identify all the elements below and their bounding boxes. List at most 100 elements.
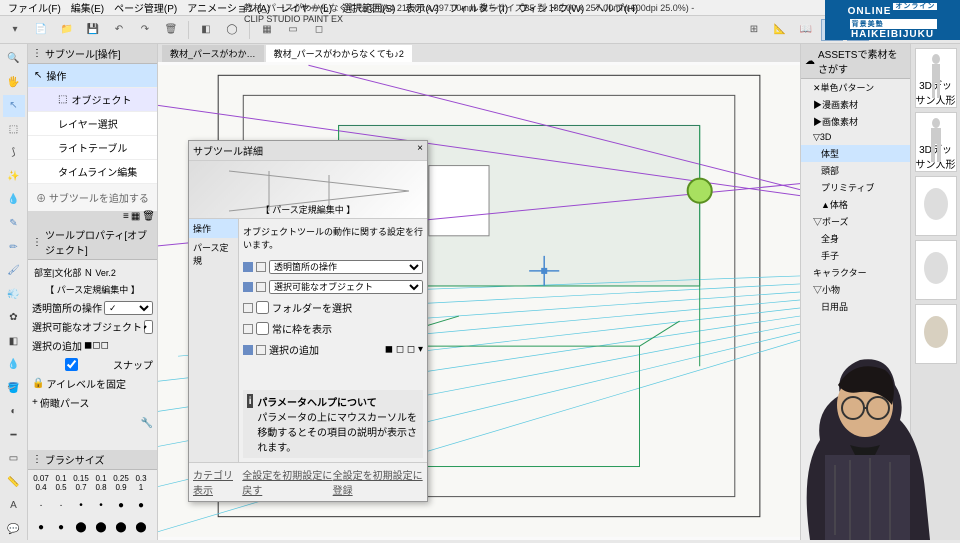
brush-dot[interactable]: ⬤ bbox=[112, 518, 130, 536]
frame-tool-icon[interactable]: ▭ bbox=[3, 448, 25, 470]
lock-icon[interactable]: 🔒 bbox=[32, 378, 44, 389]
decoration-tool-icon[interactable]: ✿ bbox=[3, 307, 25, 329]
tree-item-body[interactable]: 体型 bbox=[801, 145, 910, 162]
ruler-icon[interactable]: 📐 bbox=[769, 19, 791, 41]
material-thumb[interactable] bbox=[915, 176, 957, 236]
canvas-tab-active[interactable]: 教材_パースがわからなくても♪2 bbox=[266, 45, 412, 62]
airbrush-tool-icon[interactable]: 💨 bbox=[3, 283, 25, 305]
material-search[interactable]: ☁ ASSETSで素材をさがす bbox=[801, 44, 910, 79]
box-icon[interactable] bbox=[256, 282, 266, 292]
object-tool-icon[interactable]: ↖ bbox=[3, 95, 25, 117]
brush-dot[interactable]: ● bbox=[112, 496, 130, 514]
tool-dropdown[interactable]: ▾ bbox=[4, 19, 26, 41]
dialog-titlebar[interactable]: サブツール詳細 × bbox=[189, 141, 427, 161]
tree-item[interactable]: キャラクター bbox=[801, 264, 910, 281]
dlg-checkbox[interactable] bbox=[256, 301, 269, 314]
box-icon[interactable] bbox=[243, 324, 253, 334]
close-icon[interactable]: × bbox=[417, 143, 423, 158]
tree-item[interactable]: ▽ポーズ bbox=[801, 213, 910, 230]
undo-icon[interactable]: ↶ bbox=[108, 19, 130, 41]
brush-size-val[interactable]: 1 bbox=[132, 483, 150, 492]
menu-edit[interactable]: 編集(E) bbox=[67, 0, 108, 16]
grip-icon[interactable]: ⋮ bbox=[32, 237, 42, 248]
ruler-tool-icon[interactable]: 📏 bbox=[3, 472, 25, 494]
pen-tool-icon[interactable]: ✎ bbox=[3, 213, 25, 235]
menu-icon[interactable]: ≡ bbox=[123, 211, 129, 225]
subtool-light-table[interactable]: ライトテーブル bbox=[28, 136, 157, 160]
menu-file[interactable]: ファイル(F) bbox=[4, 0, 65, 16]
subtool-object[interactable]: ⬚オブジェクト bbox=[28, 88, 157, 112]
wand-tool-icon[interactable]: ✨ bbox=[3, 166, 25, 188]
tree-item[interactable]: 頭部 bbox=[801, 162, 910, 179]
dlg-checkbox[interactable] bbox=[256, 322, 269, 335]
brush-size-val[interactable]: 0.15 bbox=[72, 474, 90, 483]
gradient-tool-icon[interactable]: ◐ bbox=[3, 401, 25, 423]
prop-select[interactable]: ✓ bbox=[104, 301, 153, 315]
toggle-icon[interactable] bbox=[243, 345, 253, 355]
toggle-icon[interactable] bbox=[243, 282, 253, 292]
brush-size-val[interactable]: 0.1 bbox=[52, 474, 70, 483]
grid-icon[interactable]: ⊞ bbox=[743, 19, 765, 41]
balloon-tool-icon[interactable]: 💬 bbox=[3, 519, 25, 541]
plus-icon[interactable]: + bbox=[32, 397, 38, 408]
brush-dot[interactable]: ● bbox=[52, 518, 70, 536]
material-thumb[interactable]: 3Dデッサン人形 bbox=[915, 48, 957, 108]
mode-icons[interactable]: ◼ ◻ ◻ ▾ bbox=[385, 344, 423, 355]
brush-size-val[interactable]: 0.07 bbox=[32, 474, 50, 483]
open-icon[interactable]: 📁 bbox=[56, 19, 78, 41]
prop-select[interactable]: ✓ bbox=[144, 320, 153, 334]
brush-size-val[interactable]: 0.4 bbox=[32, 483, 50, 492]
material-thumb[interactable]: 3Dデッサン人形 bbox=[915, 112, 957, 172]
brush-size-val[interactable]: 0.3 bbox=[132, 474, 150, 483]
tree-item[interactable]: 日用品 bbox=[801, 298, 910, 315]
subtool-timeline[interactable]: タイムライン編集 bbox=[28, 160, 157, 184]
material-thumb[interactable] bbox=[915, 240, 957, 300]
brush-dot[interactable]: ⬤ bbox=[72, 518, 90, 536]
tree-item[interactable]: ▽3D bbox=[801, 130, 910, 145]
tree-item[interactable]: ✕単色パターン bbox=[801, 79, 910, 96]
tree-item[interactable]: ▶画像素材 bbox=[801, 113, 910, 130]
brush-dot[interactable]: • bbox=[72, 496, 90, 514]
category-link[interactable]: カテゴリ表示 bbox=[193, 467, 242, 497]
brush-tool-icon[interactable]: 🖌 bbox=[3, 260, 25, 282]
tree-item[interactable]: プリミティブ bbox=[801, 179, 910, 196]
redo-icon[interactable]: ↷ bbox=[134, 19, 156, 41]
text-tool-icon[interactable]: A bbox=[3, 495, 25, 517]
clear-icon[interactable]: 🗑 bbox=[160, 19, 182, 41]
pencil-tool-icon[interactable]: ✏ bbox=[3, 236, 25, 258]
eraser-tool-icon[interactable]: ◧ bbox=[3, 330, 25, 352]
brush-size-val[interactable]: 0.9 bbox=[112, 483, 130, 492]
trash-icon[interactable]: 🗑 bbox=[142, 211, 155, 225]
snap-checkbox[interactable] bbox=[32, 358, 111, 371]
book-icon[interactable]: 📖 bbox=[795, 19, 817, 41]
brush-dot[interactable]: ● bbox=[132, 496, 150, 514]
brush-dot[interactable]: · bbox=[52, 496, 70, 514]
grip-icon[interactable]: ⋮ bbox=[32, 454, 42, 465]
dlg-select[interactable]: 選択可能なオブジェクト bbox=[269, 280, 423, 294]
box-icon[interactable] bbox=[256, 262, 266, 272]
tree-item[interactable]: 手子 bbox=[801, 247, 910, 264]
mode-icons[interactable]: ◼◻◻ bbox=[84, 340, 109, 351]
brush-size-val[interactable]: 0.8 bbox=[92, 483, 110, 492]
brush-dot[interactable]: • bbox=[92, 496, 110, 514]
brush-dot[interactable]: ● bbox=[32, 518, 50, 536]
prop-icon[interactable]: ▦ bbox=[131, 211, 140, 225]
grip-icon[interactable]: ⋮ bbox=[32, 48, 42, 59]
fill-tool-icon[interactable]: 🪣 bbox=[3, 377, 25, 399]
selection-tool-icon[interactable]: ⬚ bbox=[3, 119, 25, 141]
brush-size-val[interactable]: 0.7 bbox=[72, 483, 90, 492]
tree-item[interactable]: ▽小物 bbox=[801, 281, 910, 298]
lasso-tool-icon[interactable]: ⟆ bbox=[3, 142, 25, 164]
dlg-select[interactable]: 透明箇所の操作 bbox=[269, 260, 423, 274]
tree-item[interactable]: ▶漫画素材 bbox=[801, 96, 910, 113]
brush-size-val[interactable]: 0.25 bbox=[112, 474, 130, 483]
reset-defaults-link[interactable]: 全設定を初期設定に戻す bbox=[242, 467, 332, 497]
box-icon[interactable] bbox=[256, 345, 266, 355]
dialog-side-operate[interactable]: 操作 bbox=[189, 219, 238, 238]
shape-tool-icon[interactable]: ━ bbox=[3, 425, 25, 447]
brush-dot[interactable]: ⬤ bbox=[92, 518, 110, 536]
save-icon[interactable]: 💾 bbox=[82, 19, 104, 41]
wrench-icon[interactable]: 🔧 bbox=[141, 418, 153, 429]
brush-dot[interactable]: ⬤ bbox=[132, 518, 150, 536]
brush-size-val[interactable]: 0.5 bbox=[52, 483, 70, 492]
